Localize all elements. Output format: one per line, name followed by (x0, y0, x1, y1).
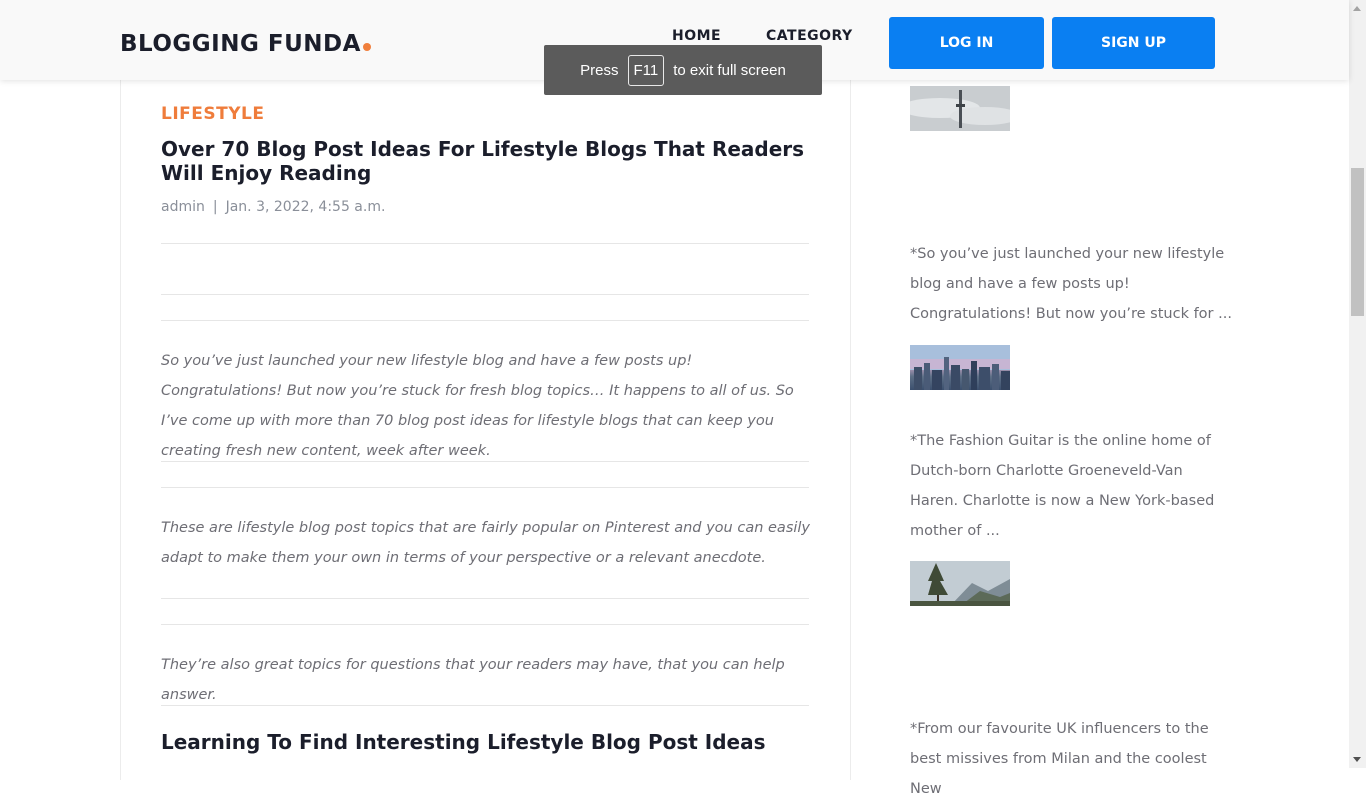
scrollbar-thumb[interactable] (1351, 168, 1364, 316)
logo-dot (362, 43, 371, 51)
fullscreen-notice-prefix: Press (580, 61, 619, 79)
divider (161, 624, 809, 625)
site-logo[interactable]: BLOGGING FUNDA (120, 31, 371, 57)
article-meta: admin | Jan. 3, 2022, 4:55 a.m. (161, 199, 385, 215)
sidebar-post-excerpt[interactable]: *The Fashion Guitar is the online home o… (910, 426, 1235, 546)
signup-button[interactable]: SIGN UP (1052, 17, 1215, 69)
page-scrollbar[interactable] (1349, 0, 1366, 768)
logo-text: BLOGGING FUNDA (120, 31, 361, 57)
post-thumbnail-city-skyline[interactable] (910, 345, 1010, 390)
thumbnail-image (910, 86, 1010, 131)
article-author[interactable]: admin (161, 199, 205, 215)
article-subheading: Learning To Find Interesting Lifestyle B… (161, 730, 766, 754)
article-paragraph: These are lifestyle blog post topics tha… (161, 520, 811, 566)
article-card: LIFESTYLE Over 70 Blog Post Ideas For Li… (120, 80, 851, 780)
thumbnail-image (910, 345, 1010, 390)
article-date: Jan. 3, 2022, 4:55 a.m. (225, 199, 386, 215)
meta-separator: | (212, 199, 218, 215)
scroll-up-arrow-icon[interactable] (1353, 6, 1361, 11)
sidebar-post-excerpt[interactable]: *So you’ve just launched your new lifest… (910, 239, 1235, 329)
divider (161, 598, 809, 599)
post-thumbnail-tower-in-clouds[interactable] (910, 86, 1010, 131)
sidebar-post-excerpt[interactable]: *From our favourite UK influencers to th… (910, 714, 1235, 804)
divider (161, 487, 809, 488)
fullscreen-exit-notice: Press F11 to exit full screen (544, 45, 822, 95)
article-title: Over 70 Blog Post Ideas For Lifestyle Bl… (161, 137, 805, 185)
f11-key-badge: F11 (627, 54, 665, 86)
nav-home-link[interactable]: HOME (672, 28, 721, 44)
fullscreen-notice-suffix: to exit full screen (673, 61, 786, 79)
post-thumbnail-mountain-forest[interactable] (910, 561, 1010, 606)
divider (161, 294, 809, 295)
divider (161, 461, 809, 462)
login-button[interactable]: LOG IN (889, 17, 1044, 69)
article-paragraph: They’re also great topics for questions … (161, 657, 785, 703)
scroll-down-arrow-icon[interactable] (1353, 757, 1361, 762)
nav-category-link[interactable]: CATEGORY (766, 28, 853, 44)
divider (161, 705, 809, 706)
article-paragraph: So you’ve just launched your new lifesty… (161, 353, 794, 459)
article-category[interactable]: LIFESTYLE (161, 104, 264, 124)
divider (161, 243, 809, 244)
thumbnail-image (910, 561, 1010, 606)
divider (161, 320, 809, 321)
